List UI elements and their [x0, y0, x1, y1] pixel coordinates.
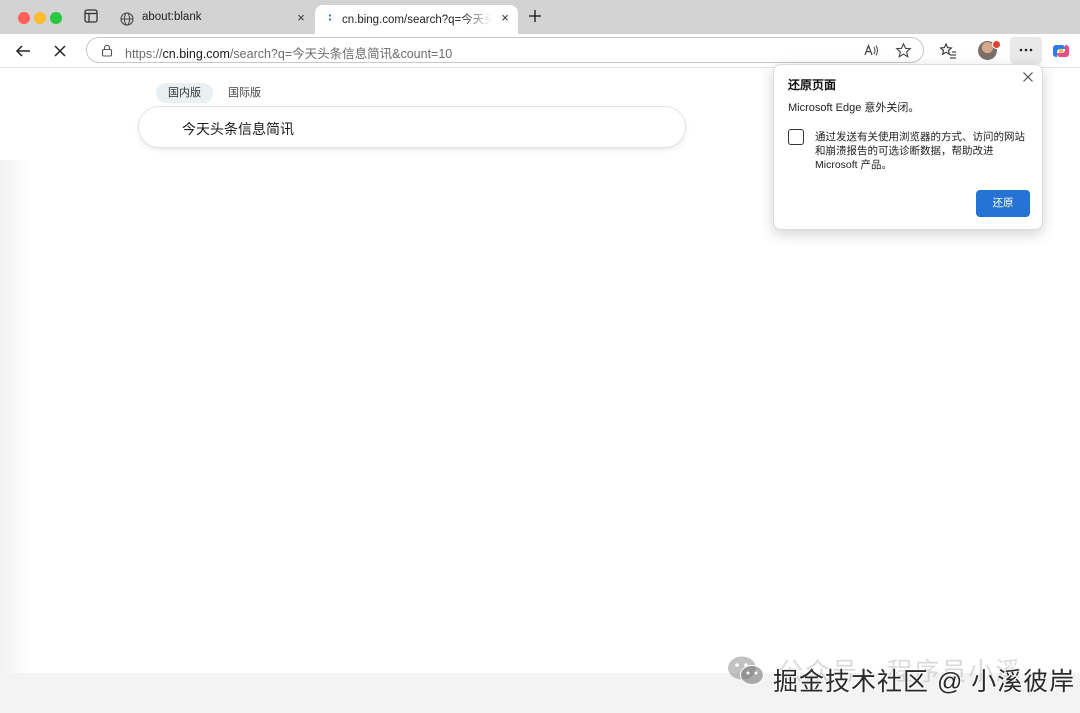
diagnostics-checkbox[interactable] — [788, 129, 804, 145]
address-url[interactable]: https://cn.bing.com/search?q=今天头条信息简讯&co… — [125, 43, 452, 62]
tab-actions-icon[interactable] — [84, 9, 98, 23]
close-icon[interactable] — [1021, 70, 1035, 84]
stop-loading-icon[interactable] — [51, 42, 69, 60]
wechat-icon — [728, 656, 764, 685]
watermark-community: 掘金技术社区 @ 小溪彼岸 — [773, 668, 1076, 696]
more-dots-icon — [1019, 48, 1033, 52]
favorite-star-icon[interactable] — [895, 42, 912, 59]
search-box[interactable]: 今天头条信息简讯 — [139, 107, 685, 147]
tab-title: about:blank — [142, 11, 202, 23]
checkbox-label: 通过发送有关使用浏览器的方式、访问的网站和崩溃报告的可选诊断数据，帮助改进 Mi… — [815, 131, 1025, 171]
tab-close-button[interactable]: × — [294, 11, 308, 25]
settings-more-button[interactable] — [1010, 37, 1042, 64]
restore-button[interactable]: 还原 — [976, 190, 1030, 217]
new-tab-icon[interactable] — [527, 8, 543, 24]
dialog-title: 还原页面 — [788, 78, 837, 92]
url-scheme: https:// — [125, 47, 163, 61]
maximize-window-button[interactable] — [50, 12, 62, 24]
toolbar: https://cn.bing.com/search?q=今天头条信息简讯&co… — [0, 34, 1080, 68]
loading-icon — [328, 14, 332, 21]
url-path: /search?q=今天头条信息简讯&count=10 — [229, 47, 453, 61]
back-arrow-icon[interactable] — [14, 42, 32, 60]
read-aloud-icon[interactable] — [863, 42, 880, 59]
tab-title: cn.bing.com/search?q=今天头条 — [342, 14, 492, 26]
url-host: cn.bing.com — [162, 47, 230, 61]
restore-pages-dialog: 还原页面 Microsoft Edge 意外关闭。 通过发送有关使用浏览器的方式… — [773, 64, 1043, 230]
tab-close-button[interactable]: × — [498, 11, 512, 25]
notification-dot — [992, 40, 1001, 49]
address-bar[interactable]: https://cn.bing.com/search?q=今天头条信息简讯&co… — [86, 37, 924, 63]
copilot-icon[interactable] — [1052, 42, 1070, 60]
close-window-button[interactable] — [18, 12, 30, 24]
favorites-icon[interactable] — [939, 42, 957, 60]
scope-tab-international[interactable]: 国际版 — [216, 83, 273, 103]
tab-bar: about:blank × cn.bing.com/search?q=今天头条 … — [0, 0, 1080, 34]
dialog-message: Microsoft Edge 意外关闭。 — [788, 102, 920, 114]
tab-about-blank[interactable]: about:blank × — [112, 5, 314, 34]
scope-tab-domestic[interactable]: 国内版 — [156, 83, 213, 103]
search-query[interactable]: 今天头条信息简讯 — [182, 119, 294, 139]
minimize-window-button[interactable] — [34, 12, 46, 24]
tab-bing-search[interactable]: cn.bing.com/search?q=今天头条 × — [315, 5, 518, 34]
lock-icon[interactable] — [101, 44, 113, 57]
globe-icon — [120, 12, 134, 26]
side-shadow — [0, 160, 30, 680]
